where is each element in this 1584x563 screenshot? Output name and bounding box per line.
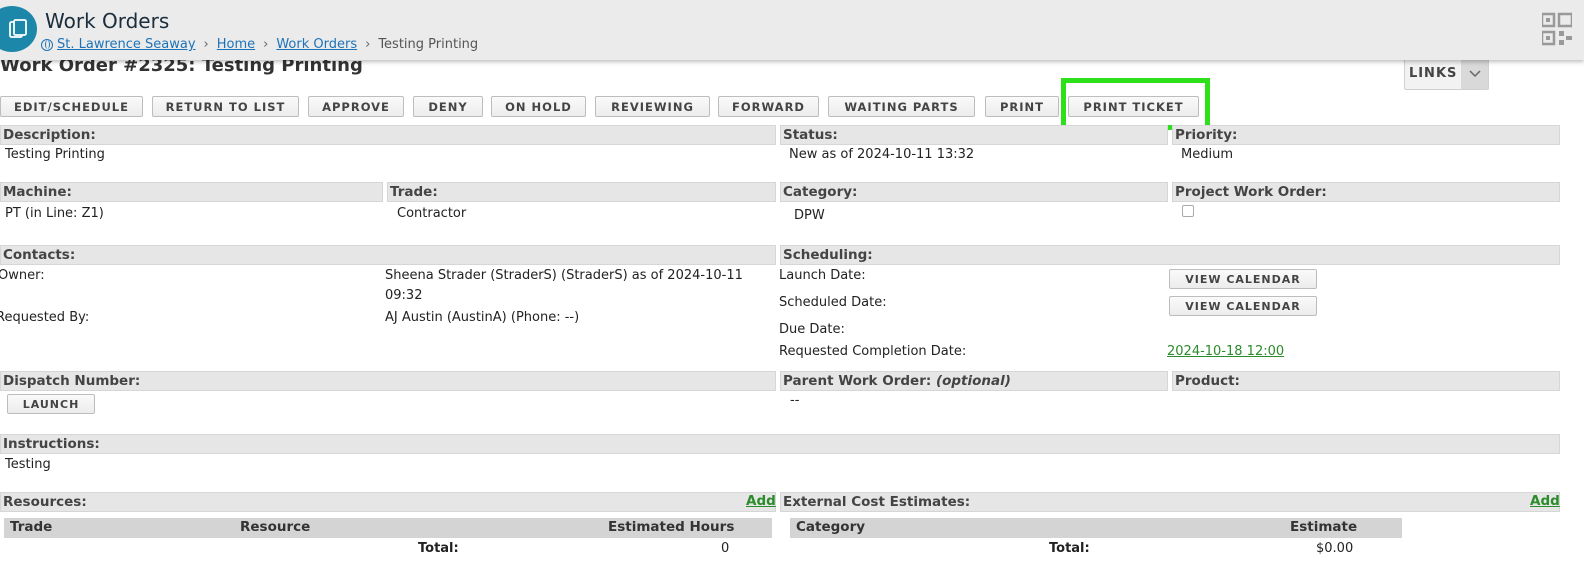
machine-label: Machine: xyxy=(3,184,72,200)
machine-value: PT (in Line: Z1) xyxy=(5,206,104,221)
parent-work-order-header: Parent Work Order: (optional) xyxy=(780,371,1168,391)
breadcrumb-current: Testing Printing xyxy=(378,37,479,52)
resources-label: Resources: xyxy=(3,494,87,510)
contacts-label: Contacts: xyxy=(3,247,76,263)
owner-label: Owner: xyxy=(0,268,45,283)
status-header: Status: xyxy=(780,125,1168,145)
waiting-parts-button[interactable]: WAITING PARTS xyxy=(828,96,975,117)
breadcrumb-home-link[interactable]: Home xyxy=(217,37,255,52)
requested-completion-link[interactable]: 2024-10-18 12:00 xyxy=(1167,344,1284,359)
print-ticket-highlight xyxy=(1061,78,1210,130)
external-total-value: $0.00 xyxy=(1316,541,1354,556)
requested-by-value: AJ Austin (AustinA) (Phone: --) xyxy=(385,310,580,325)
status-value: New as of 2024-10-11 13:32 xyxy=(789,147,975,162)
qr-code-icon[interactable] xyxy=(1542,12,1572,46)
category-header: Category: xyxy=(780,182,1168,202)
external-cost-header: External Cost Estimates: xyxy=(780,492,1560,512)
links-dropdown[interactable]: LINKS xyxy=(1404,57,1489,90)
machine-header: Machine: xyxy=(0,182,383,202)
parent-work-order-value: -- xyxy=(790,393,800,408)
description-value: Testing Printing xyxy=(5,147,105,162)
external-cost-label: External Cost Estimates: xyxy=(783,494,971,510)
trade-label: Trade: xyxy=(390,184,438,200)
deny-button[interactable]: DENY xyxy=(413,96,483,117)
breadcrumb-site-link[interactable]: St. Lawrence Seaway xyxy=(57,37,196,52)
product-label: Product: xyxy=(1175,373,1240,389)
product-header: Product: xyxy=(1172,371,1560,391)
column-header-estimated-hours: Estimated Hours xyxy=(608,519,735,535)
instructions-label: Instructions: xyxy=(3,436,100,452)
trade-value: Contractor xyxy=(397,206,467,221)
owner-value-line2: 09:32 xyxy=(385,288,423,303)
add-resource-link[interactable]: Add xyxy=(746,493,776,509)
trade-header: Trade: xyxy=(387,182,776,202)
external-cost-table-header: Category Estimate xyxy=(790,518,1402,538)
clipboard-icon[interactable] xyxy=(0,6,37,52)
view-calendar-scheduled-button[interactable]: VIEW CALENDAR xyxy=(1169,296,1317,316)
edit-schedule-button[interactable]: EDIT/SCHEDULE xyxy=(0,96,143,117)
reviewing-button[interactable]: REVIEWING xyxy=(595,96,710,117)
priority-header: Priority: xyxy=(1172,125,1560,145)
project-work-order-label: Project Work Order: xyxy=(1175,184,1327,200)
view-calendar-launch-button[interactable]: VIEW CALENDAR xyxy=(1169,269,1317,289)
on-hold-button[interactable]: ON HOLD xyxy=(491,96,586,117)
contacts-header: Contacts: xyxy=(0,245,776,265)
scheduling-header: Scheduling: xyxy=(780,245,1560,265)
column-header-category: Category xyxy=(796,519,866,535)
requested-completion-label: Requested Completion Date: xyxy=(779,344,967,359)
launch-date-label: Launch Date: xyxy=(779,268,866,283)
owner-value-line1: Sheena Strader (StraderS) (StraderS) as … xyxy=(385,268,743,283)
launch-button[interactable]: LAUNCH xyxy=(7,394,95,414)
links-label: LINKS xyxy=(1408,66,1458,81)
app-title: Work Orders xyxy=(45,9,170,33)
parent-work-order-label: Parent Work Order: xyxy=(783,373,936,389)
priority-value: Medium xyxy=(1181,147,1233,162)
requested-by-label: Requested By: xyxy=(0,310,90,325)
breadcrumb-separator-icon: › xyxy=(263,37,269,52)
status-label: Status: xyxy=(783,127,838,143)
column-header-resource: Resource xyxy=(240,519,311,535)
dispatch-number-label: Dispatch Number: xyxy=(3,373,141,389)
scheduled-date-label: Scheduled Date: xyxy=(779,295,887,310)
print-button[interactable]: PRINT xyxy=(985,96,1059,117)
scheduling-label: Scheduling: xyxy=(783,247,873,263)
breadcrumb-work-orders-link[interactable]: Work Orders xyxy=(276,37,357,52)
project-work-order-header: Project Work Order: xyxy=(1172,182,1560,202)
external-total-label: Total: xyxy=(1049,541,1090,556)
resources-header: Resources: xyxy=(0,492,776,512)
forward-button[interactable]: FORWARD xyxy=(718,96,819,117)
chevron-down-icon[interactable] xyxy=(1461,58,1488,89)
add-external-cost-link[interactable]: Add xyxy=(1530,493,1560,509)
approve-button[interactable]: APPROVE xyxy=(308,96,404,117)
dispatch-number-header: Dispatch Number: xyxy=(0,371,776,391)
priority-label: Priority: xyxy=(1175,127,1238,143)
due-date-label: Due Date: xyxy=(779,322,845,337)
project-work-order-checkbox[interactable] xyxy=(1182,205,1194,217)
globe-icon xyxy=(41,38,53,51)
description-label: Description: xyxy=(3,127,96,143)
category-value: DPW xyxy=(794,208,825,223)
column-header-trade: Trade xyxy=(10,519,53,535)
resources-total-label: Total: xyxy=(418,541,459,556)
resources-table-header: Trade Resource Estimated Hours xyxy=(4,518,772,538)
column-header-estimate: Estimate xyxy=(1290,519,1358,535)
breadcrumb: St. Lawrence Seaway › Home › Work Orders… xyxy=(41,37,478,52)
instructions-header: Instructions: xyxy=(0,434,1560,454)
app-header: Work Orders St. Lawrence Seaway › Home ›… xyxy=(0,0,1584,60)
description-header: Description: xyxy=(0,125,776,145)
resources-total-value: 0 xyxy=(721,541,730,556)
breadcrumb-separator-icon: › xyxy=(365,37,371,52)
category-label: Category: xyxy=(783,184,858,200)
breadcrumb-separator-icon: › xyxy=(203,37,209,52)
instructions-value: Testing xyxy=(5,457,51,472)
parent-optional-label: (optional) xyxy=(935,373,1011,389)
return-to-list-button[interactable]: RETURN TO LIST xyxy=(152,96,299,117)
